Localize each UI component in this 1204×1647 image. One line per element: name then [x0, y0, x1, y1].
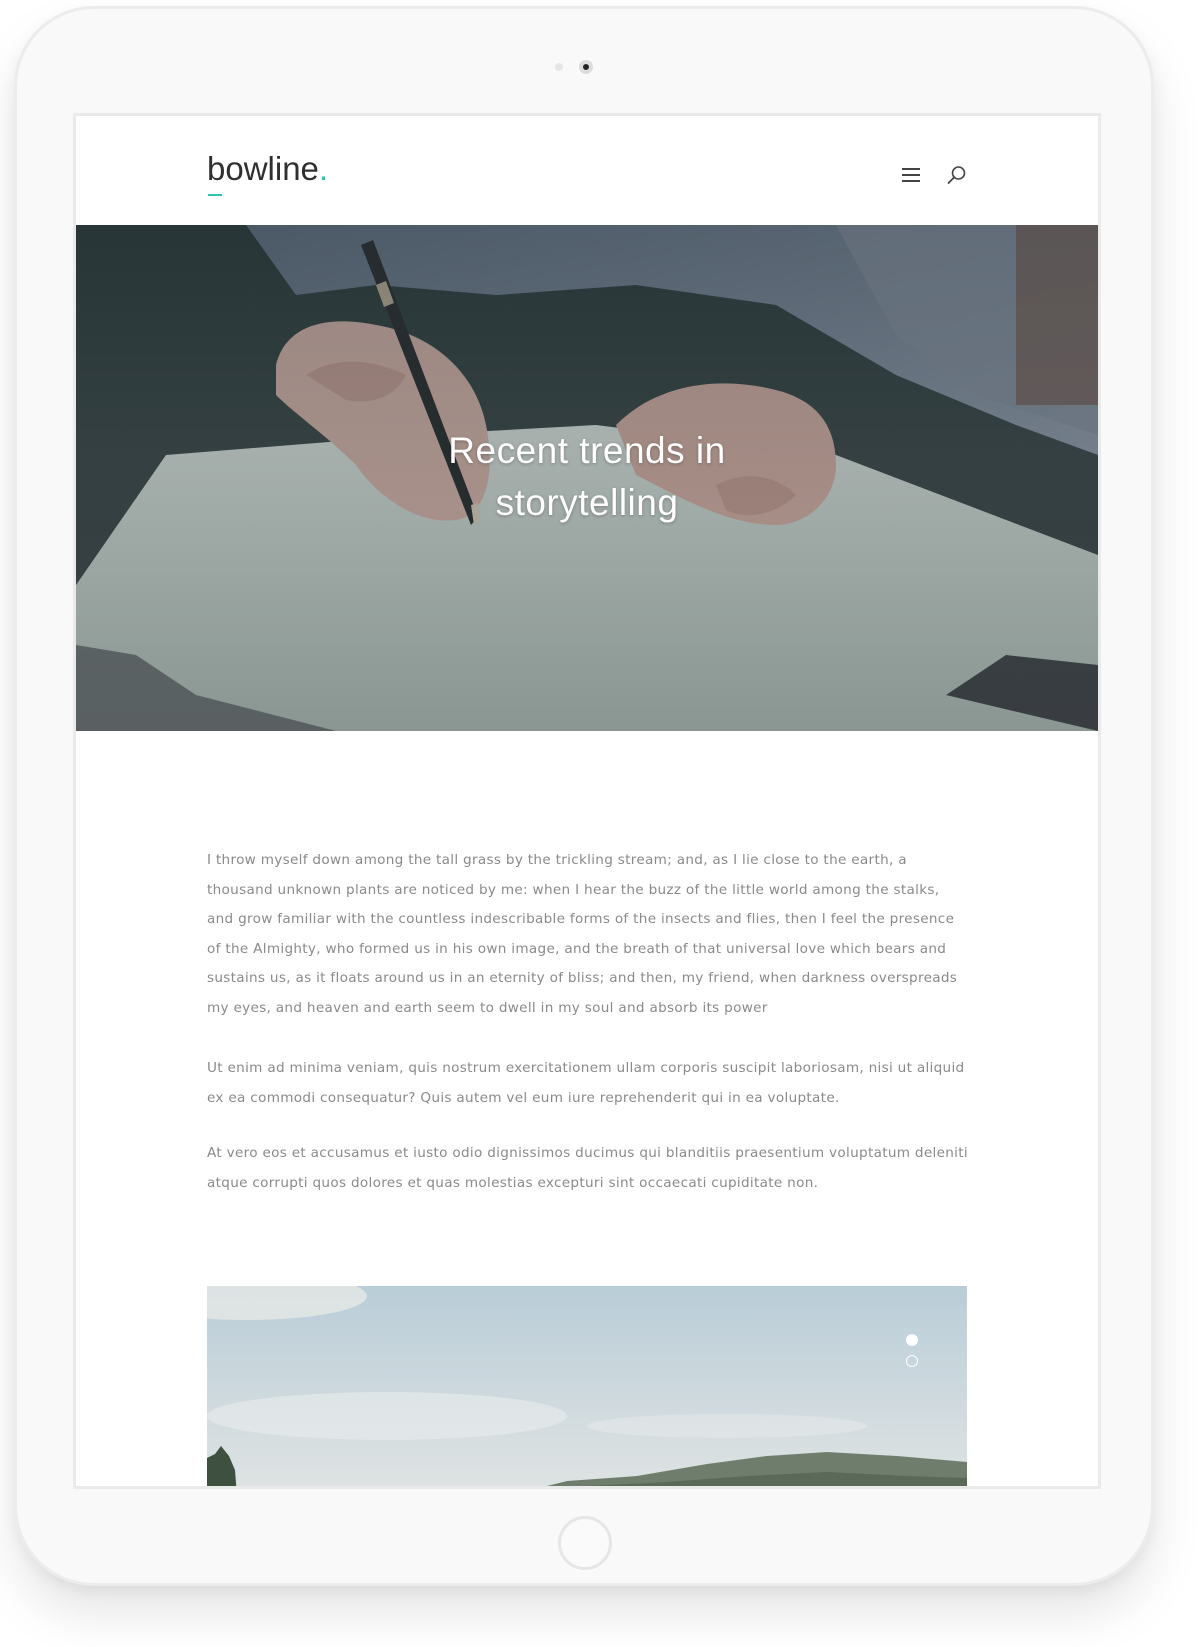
article-paragraph: Ut enim ad minima veniam, quis nostrum e…	[207, 1060, 965, 1106]
image-slider[interactable]	[207, 1286, 967, 1486]
site-logo[interactable]: bowline.	[207, 150, 328, 188]
search-icon[interactable]	[946, 164, 968, 186]
article-paragraph: I throw myself down among the tall grass…	[207, 852, 958, 1016]
site-header: bowline.	[76, 116, 1098, 225]
hero-title: Recent trends in storytelling	[76, 425, 1098, 529]
menu-icon[interactable]	[902, 168, 920, 182]
article-paragraph: At vero eos et accusamus et iusto odio d…	[207, 1145, 968, 1191]
tablet-frame: bowline. Recent trends in storytelling I…	[14, 6, 1154, 1586]
slider-dot[interactable]	[906, 1355, 918, 1367]
logo-dot: .	[318, 150, 329, 187]
hero-banner: Recent trends in storytelling	[76, 225, 1098, 731]
logo-text: bowline	[207, 150, 319, 187]
home-button[interactable]	[558, 1516, 612, 1570]
device-screen: bowline. Recent trends in storytelling I…	[73, 113, 1101, 1489]
article-body: I throw myself down among the tall grass…	[207, 846, 969, 1198]
hero-title-line-1: Recent trends in	[448, 430, 726, 471]
hero-title-line-2: storytelling	[495, 482, 679, 523]
sensor-dot	[555, 63, 563, 71]
logo-underline	[208, 194, 222, 196]
slider-dot-active[interactable]	[906, 1334, 918, 1346]
page: bowline. Recent trends in storytelling I…	[0, 0, 1204, 1647]
slider-image	[207, 1286, 967, 1486]
front-camera	[579, 60, 593, 74]
